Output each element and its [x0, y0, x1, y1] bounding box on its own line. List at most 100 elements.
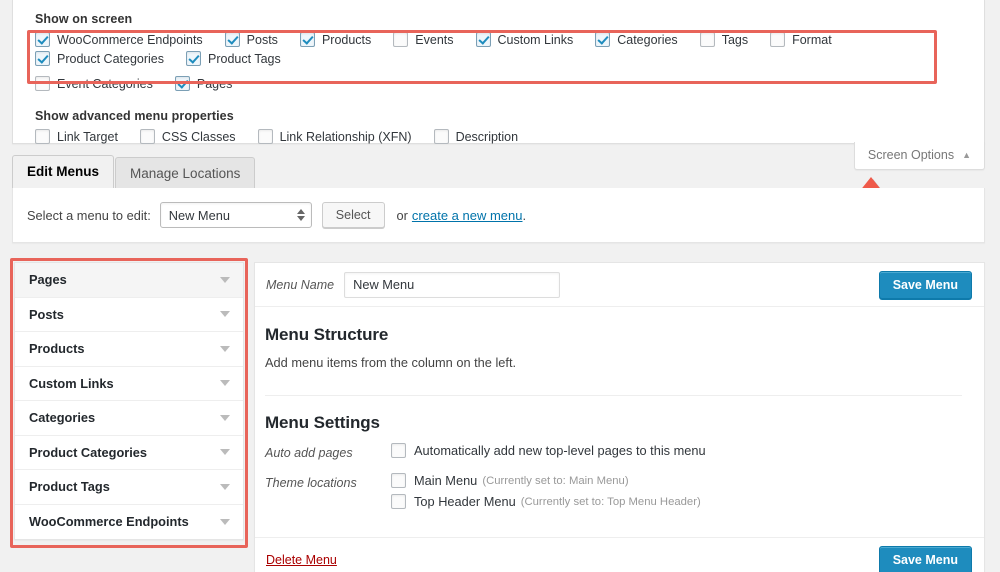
advanced-property-checkbox[interactable] — [35, 129, 50, 144]
select-menu-label: Select a menu to edit: — [27, 208, 151, 223]
advanced-property-label: CSS Classes — [162, 130, 236, 144]
show-on-screen-checkbox[interactable] — [35, 76, 50, 91]
show-on-screen-checkbox[interactable] — [595, 32, 610, 47]
show-on-screen-label: Event Categories — [57, 77, 153, 91]
menu-settings-title: Menu Settings — [265, 413, 962, 433]
menu-items-sidebar: Pages PostsProductsCustom Links Categories… — [14, 262, 244, 540]
show-on-screen-heading: Show on screen — [13, 0, 984, 26]
screen-options-toggle-button[interactable]: Screen Options ▲ — [854, 142, 985, 170]
show-on-screen-label: Events — [415, 33, 453, 47]
save-menu-button-top[interactable]: Save Menu — [879, 271, 972, 299]
advanced-properties-heading: Show advanced menu properties — [13, 95, 984, 123]
chevron-down-icon[interactable] — [220, 380, 230, 386]
sidebar-item-label: Pages — [29, 272, 67, 287]
show-on-screen-label: Posts — [247, 33, 278, 47]
show-on-screen-checkbox[interactable] — [300, 32, 315, 47]
chevron-down-icon[interactable] — [220, 346, 230, 352]
auto-add-pages-label: Auto add pages — [265, 443, 391, 462]
advanced-property-checkbox[interactable] — [434, 129, 449, 144]
auto-add-pages-checkbox-row[interactable]: Automatically add new top-level pages to… — [391, 443, 962, 458]
advanced-property-item[interactable]: CSS Classes — [140, 129, 236, 144]
advanced-property-item[interactable]: Description — [434, 129, 519, 144]
page-root: Show on screen WooCommerce Endpoints Post… — [0, 0, 1000, 572]
menu-structure-description: Add menu items from the column on the le… — [265, 355, 962, 370]
show-on-screen-checkbox[interactable] — [770, 32, 785, 47]
sidebar-item-posts[interactable]: Posts — [15, 298, 243, 333]
show-on-screen-checkbox[interactable] — [175, 76, 190, 91]
show-on-screen-item[interactable]: Custom Links — [476, 32, 574, 47]
show-on-screen-checkbox[interactable] — [35, 51, 50, 66]
trailing-period: . — [523, 208, 527, 223]
show-on-screen-item[interactable]: Products — [300, 32, 371, 47]
chevron-down-icon[interactable] — [220, 484, 230, 490]
show-on-screen-label: WooCommerce Endpoints — [57, 33, 203, 47]
sidebar-item-label: Categories — [29, 410, 95, 425]
advanced-property-checkbox[interactable] — [258, 129, 273, 144]
auto-add-pages-checkbox[interactable] — [391, 443, 406, 458]
sidebar-item-products[interactable]: Products — [15, 332, 243, 367]
tab-manage-locations[interactable]: Manage Locations — [115, 157, 255, 189]
show-on-screen-item[interactable]: Pages — [175, 76, 232, 91]
theme-location-checkbox[interactable] — [391, 494, 406, 509]
chevron-down-icon[interactable] — [220, 519, 230, 525]
menu-select-value: New Menu — [169, 208, 230, 223]
menu-name-input[interactable] — [344, 272, 560, 298]
sidebar-item-categories[interactable]: Categories — [15, 401, 243, 436]
show-on-screen-item[interactable]: Product Tags — [186, 51, 281, 66]
show-on-screen-item[interactable]: Events — [393, 32, 453, 47]
show-on-screen-checkbox[interactable] — [393, 32, 408, 47]
menu-structure-title: Menu Structure — [265, 325, 962, 345]
chevron-down-icon[interactable] — [220, 277, 230, 283]
show-on-screen-label: Pages — [197, 77, 232, 91]
sidebar-item-woocommerce-endpoints[interactable]: WooCommerce Endpoints — [15, 505, 243, 540]
select-button[interactable]: Select — [322, 202, 385, 228]
show-on-screen-checkbox[interactable] — [186, 51, 201, 66]
show-on-screen-row-2: Event Categories Pages — [13, 70, 984, 95]
show-on-screen-item[interactable]: Format — [770, 32, 832, 47]
theme-location-checkbox[interactable] — [391, 473, 406, 488]
theme-location-row[interactable]: Top Header Menu(Currently set to: Top Me… — [391, 494, 962, 509]
theme-location-label: Top Header Menu — [414, 494, 516, 509]
show-on-screen-item[interactable]: WooCommerce Endpoints — [35, 32, 203, 47]
delete-menu-link[interactable]: Delete Menu — [266, 553, 337, 567]
show-on-screen-row-1: WooCommerce Endpoints Posts Products Events… — [13, 26, 984, 70]
create-new-menu-link[interactable]: create a new menu — [412, 208, 523, 223]
menu-name-header: Menu Name Save Menu — [255, 263, 984, 307]
sidebar-item-product-tags[interactable]: Product Tags — [15, 470, 243, 505]
sidebar-item-custom-links[interactable]: Custom Links — [15, 367, 243, 402]
show-on-screen-label: Custom Links — [498, 33, 574, 47]
advanced-property-label: Description — [456, 130, 519, 144]
chevron-down-icon[interactable] — [220, 311, 230, 317]
show-on-screen-item[interactable]: Event Categories — [35, 76, 153, 91]
sidebar-item-pages[interactable]: Pages — [15, 263, 243, 298]
menu-editor-panel: Menu Name Save Menu Menu Structure Add m… — [254, 262, 985, 572]
show-on-screen-checkbox[interactable] — [700, 32, 715, 47]
show-on-screen-checkbox[interactable] — [476, 32, 491, 47]
theme-location-row[interactable]: Main Menu(Currently set to: Main Menu) — [391, 473, 962, 488]
show-on-screen-item[interactable]: Tags — [700, 32, 748, 47]
show-on-screen-label: Product Tags — [208, 52, 281, 66]
sidebar-item-product-categories[interactable]: Product Categories — [15, 436, 243, 471]
show-on-screen-item[interactable]: Posts — [225, 32, 278, 47]
show-on-screen-checkbox[interactable] — [35, 32, 50, 47]
menu-select-dropdown[interactable]: New Menu — [160, 202, 312, 228]
chevron-down-icon[interactable] — [220, 449, 230, 455]
advanced-property-item[interactable]: Link Relationship (XFN) — [258, 129, 412, 144]
show-on-screen-label: Tags — [722, 33, 748, 47]
tab-edit-menus[interactable]: Edit Menus — [12, 155, 114, 189]
advanced-property-checkbox[interactable] — [140, 129, 155, 144]
show-on-screen-label: Products — [322, 33, 371, 47]
show-on-screen-checkbox[interactable] — [225, 32, 240, 47]
show-on-screen-item[interactable]: Categories — [595, 32, 677, 47]
theme-locations-label: Theme locations — [265, 473, 391, 492]
auto-add-pages-row: Auto add pages Automatically add new top… — [265, 443, 962, 464]
advanced-property-item[interactable]: Link Target — [35, 129, 118, 144]
sidebar-item-label: WooCommerce Endpoints — [29, 514, 189, 529]
theme-location-label: Main Menu — [414, 473, 477, 488]
chevron-down-icon[interactable] — [220, 415, 230, 421]
show-on-screen-item[interactable]: Product Categories — [35, 51, 164, 66]
save-menu-button-bottom[interactable]: Save Menu — [879, 546, 972, 572]
theme-locations-value: Main Menu(Currently set to: Main Menu) To… — [391, 473, 962, 515]
chevron-up-icon: ▲ — [962, 151, 971, 160]
auto-add-pages-checkbox-label: Automatically add new top-level pages to… — [414, 443, 706, 458]
